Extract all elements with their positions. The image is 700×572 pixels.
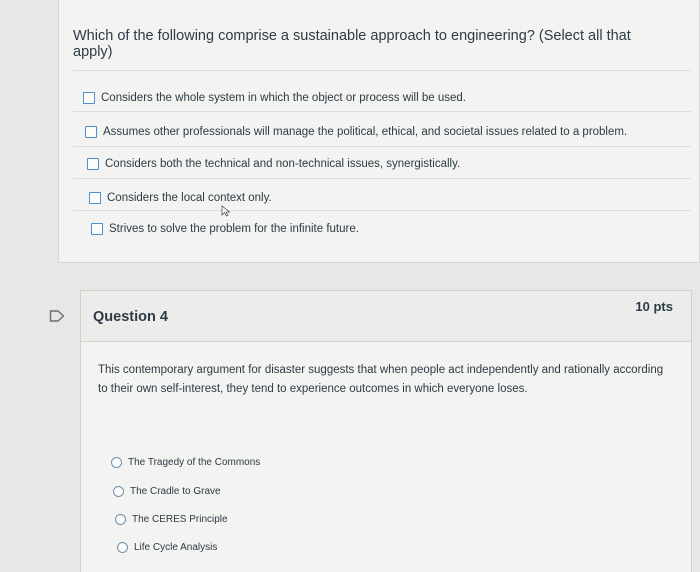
question-3-card: Which of the following comprise a sustai… xyxy=(58,0,700,263)
divider xyxy=(73,178,691,179)
radio-button[interactable] xyxy=(113,485,124,497)
checkbox[interactable] xyxy=(85,126,97,138)
radio-button[interactable] xyxy=(117,541,128,553)
option-whole-system[interactable]: Considers the whole system in which the … xyxy=(83,88,466,108)
checkbox[interactable] xyxy=(89,192,101,204)
radio-button[interactable] xyxy=(115,513,126,525)
question-points: 10 pts xyxy=(635,299,673,314)
option-tragedy-of-commons[interactable]: The Tragedy of the Commons xyxy=(111,453,260,471)
option-label: Considers the local context only. xyxy=(107,192,272,204)
question-4-prompt: This contemporary argument for disaster … xyxy=(98,364,664,395)
checkbox[interactable] xyxy=(91,223,103,235)
option-local-context[interactable]: Considers the local context only. xyxy=(89,188,272,208)
divider xyxy=(73,70,691,71)
question-3-prompt: Which of the following comprise a sustai… xyxy=(73,28,631,60)
question-4-header: Question 4 10 pts xyxy=(81,291,691,342)
option-label: Considers both the technical and non-tec… xyxy=(105,158,461,170)
option-label: The Tragedy of the Commons xyxy=(128,456,261,468)
option-infinite-future[interactable]: Strives to solve the problem for the inf… xyxy=(91,219,359,239)
checkbox[interactable] xyxy=(87,158,99,170)
option-label: Strives to solve the problem for the inf… xyxy=(109,223,359,235)
option-life-cycle-analysis[interactable]: Life Cycle Analysis xyxy=(117,538,217,556)
option-assumes-other-professionals[interactable]: Assumes other professionals will manage … xyxy=(85,122,627,142)
checkbox[interactable] xyxy=(83,92,95,104)
option-label: The Cradle to Grave xyxy=(130,485,221,497)
divider xyxy=(73,210,691,211)
option-ceres-principle[interactable]: The CERES Principle xyxy=(115,510,228,528)
option-cradle-to-grave[interactable]: The Cradle to Grave xyxy=(113,482,221,500)
option-label: Assumes other professionals will manage … xyxy=(103,126,628,138)
question-4-card: Question 4 10 pts This contemporary argu… xyxy=(80,290,692,572)
question-title: Question 4 xyxy=(93,309,168,325)
option-technical-non-technical[interactable]: Considers both the technical and non-tec… xyxy=(87,154,460,174)
option-label: Considers the whole system in which the … xyxy=(101,92,466,104)
divider xyxy=(73,111,691,112)
option-label: Life Cycle Analysis xyxy=(134,541,218,553)
unanswered-flag-icon xyxy=(49,310,65,322)
divider xyxy=(73,146,691,147)
mouse-cursor-icon xyxy=(221,205,231,217)
radio-button[interactable] xyxy=(111,456,122,468)
option-label: The CERES Principle xyxy=(132,513,228,525)
